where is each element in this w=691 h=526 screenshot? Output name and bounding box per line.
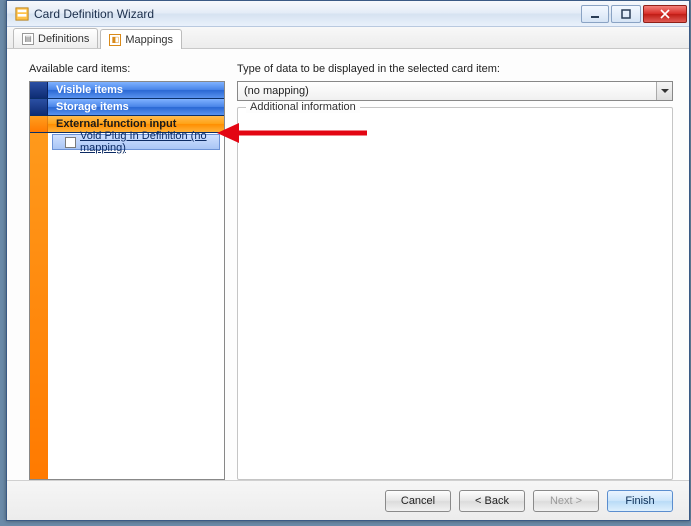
button-label: Finish [625, 495, 654, 507]
button-bar: Cancel < Back Next > Finish [7, 480, 689, 520]
right-column: Type of data to be displayed in the sele… [237, 63, 673, 480]
section-label: Visible items [56, 84, 123, 96]
section-corner [30, 99, 48, 115]
tree-gutter [30, 82, 48, 479]
section-storage-items[interactable]: Storage items [30, 99, 224, 116]
section-corner [30, 116, 48, 132]
chevron-down-icon [656, 82, 672, 100]
left-column: Available card items: Visible items Stor… [29, 63, 225, 480]
mappings-icon: ◧ [109, 34, 121, 46]
button-label: Cancel [401, 495, 435, 507]
minimize-button[interactable] [581, 5, 609, 23]
section-pointer [224, 118, 225, 130]
section-visible-items[interactable]: Visible items [30, 82, 224, 99]
finish-button[interactable]: Finish [607, 490, 673, 512]
wizard-window: Card Definition Wizard ▤ Definitions ◧ M… [6, 0, 690, 521]
tree-item-void-plugin[interactable]: Void Plug In Definition (no mapping) [52, 134, 220, 150]
maximize-button[interactable] [611, 5, 641, 23]
tab-mappings[interactable]: ◧ Mappings [100, 29, 182, 49]
tab-definitions[interactable]: ▤ Definitions [13, 28, 98, 48]
section-label: External-function input [56, 118, 176, 130]
available-items-label: Available card items: [29, 63, 225, 77]
back-button[interactable]: < Back [459, 490, 525, 512]
definitions-icon: ▤ [22, 33, 34, 45]
additional-information-panel: Additional information [237, 107, 673, 480]
tree-sections: Visible items Storage items External-fun… [30, 82, 224, 133]
section-label: Storage items [56, 101, 129, 113]
available-items-tree: Visible items Storage items External-fun… [29, 81, 225, 480]
cancel-button[interactable]: Cancel [385, 490, 451, 512]
window-buttons [581, 5, 687, 23]
dropdown-value: (no mapping) [244, 85, 309, 97]
title-bar: Card Definition Wizard [7, 1, 689, 27]
tab-row: ▤ Definitions ◧ Mappings [7, 27, 689, 49]
next-button: Next > [533, 490, 599, 512]
close-button[interactable] [643, 5, 687, 23]
content-area: Available card items: Visible items Stor… [7, 49, 689, 480]
section-corner [30, 82, 48, 98]
button-label: < Back [475, 495, 509, 507]
tab-label: Definitions [38, 33, 89, 45]
checkbox[interactable] [65, 137, 76, 148]
app-icon [15, 7, 29, 21]
button-label: Next > [550, 495, 582, 507]
type-label: Type of data to be displayed in the sele… [237, 63, 673, 77]
fieldset-legend: Additional information [246, 101, 360, 113]
mapping-type-dropdown[interactable]: (no mapping) [237, 81, 673, 101]
tab-label: Mappings [125, 34, 173, 46]
tree-items: Void Plug In Definition (no mapping) [48, 133, 224, 150]
client-area: ▤ Definitions ◧ Mappings Available card … [7, 27, 689, 520]
window-title: Card Definition Wizard [34, 7, 581, 21]
tree-item-label: Void Plug In Definition (no mapping) [80, 130, 219, 154]
dropdown-row: (no mapping) [237, 81, 673, 101]
